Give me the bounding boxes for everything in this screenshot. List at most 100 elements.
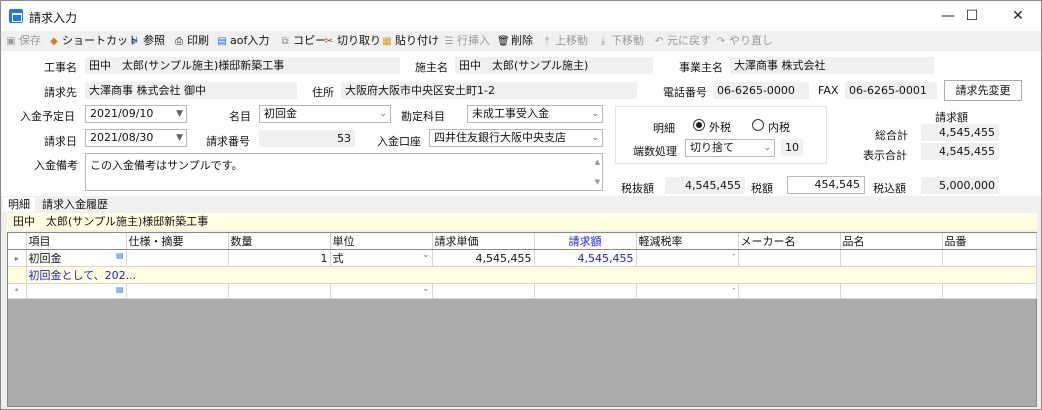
move-down-button[interactable]: ⤓ 下移動: [597, 33, 644, 49]
scroll-down-icon[interactable]: ▼: [595, 178, 600, 186]
delete-button[interactable]: 🗑削除: [497, 33, 533, 49]
copy-icon: ⧉: [281, 36, 289, 47]
paste-icon: ▦: [382, 36, 392, 47]
cell-part-no[interactable]: [942, 283, 1037, 299]
col-header-maker[interactable]: メーカー名: [738, 233, 841, 250]
cell-reduced-tax[interactable]: -: [636, 283, 739, 299]
cell-reduced-tax[interactable]: -: [636, 249, 739, 267]
insert-row-button[interactable]: ☰ 行挿入: [443, 33, 490, 49]
table-row-note[interactable]: 初回金として、202...: [8, 266, 1037, 284]
note-label: 入金備考: [34, 159, 78, 172]
move-up-button[interactable]: ⤒ 上移動: [541, 33, 588, 49]
col-header-unit-price[interactable]: 請求単価: [432, 233, 535, 250]
cell-unit-price[interactable]: [432, 283, 535, 299]
maximize-button[interactable]: ☐: [949, 1, 995, 31]
billing-to-field[interactable]: 大澤商事 株式会社 御中: [85, 82, 297, 99]
billing-date-picker[interactable]: 2021/08/30 ▼: [85, 129, 187, 147]
row-indicator-icon: ▸: [8, 249, 27, 267]
deposit-account-select[interactable]: 四井住友銀行大阪中央支店 ⌄: [429, 129, 603, 147]
tax-input[interactable]: 454,545: [787, 176, 865, 194]
cut-button[interactable]: ✂ 切り取り: [323, 33, 381, 49]
redo-button[interactable]: ↷ やり直し: [715, 33, 773, 49]
table-row[interactable]: ▸ 初回金 ▤ 1 式 ⌄ 4,545,455 4,545,455 -: [8, 249, 1037, 267]
cell-spec[interactable]: [126, 249, 229, 267]
lookup-icon[interactable]: ▤: [116, 251, 124, 260]
reference-button[interactable]: ↲ 参照: [129, 33, 165, 49]
print-button[interactable]: ⎙ 印刷: [173, 33, 209, 49]
pre-tax-value: 4,545,455: [665, 177, 745, 194]
col-header-qty[interactable]: 数量: [228, 233, 331, 250]
reduced-tax-select[interactable]: -: [732, 250, 735, 260]
cell-row-note[interactable]: 初回金として、202...: [26, 266, 1037, 284]
rounding-digits[interactable]: 10: [781, 139, 803, 156]
paste-button[interactable]: ▦ 貼り付け: [381, 33, 439, 49]
tab-bar: 明細 請求入金履歴: [1, 196, 1041, 213]
aof-input-button[interactable]: ▤ aof入力: [216, 33, 269, 49]
cell-unit-price[interactable]: 4,545,455: [432, 249, 535, 267]
col-header-spec[interactable]: 仕様・摘要: [126, 233, 229, 250]
deposit-date-label: 入金予定日: [20, 110, 75, 123]
tax-label: 税額: [751, 182, 773, 195]
tab-details[interactable]: 明細: [3, 197, 35, 212]
reduced-tax-select[interactable]: -: [732, 284, 735, 294]
phone-field[interactable]: 06-6265-0000: [713, 82, 809, 99]
owner-field[interactable]: 田中 太郎(サンプル施主): [455, 57, 653, 74]
col-header-item[interactable]: 項目: [26, 233, 127, 250]
display-total-label: 表示合計: [863, 149, 907, 162]
cell-product[interactable]: [840, 283, 943, 299]
note-textarea[interactable]: この入金備考はサンプルです。 ▲ ▼: [85, 153, 603, 191]
col-header-reduced-tax[interactable]: 軽減税率: [636, 233, 739, 250]
cell-item[interactable]: ▤: [26, 283, 127, 299]
incl-tax-label: 税込額: [873, 182, 906, 195]
detail-label: 明細: [653, 122, 675, 135]
grand-total-value: 4,545,455: [921, 124, 999, 141]
rounding-select[interactable]: 切り捨て ⌄: [685, 139, 775, 157]
tab-billing-history[interactable]: 請求入金履歴: [37, 197, 113, 212]
cut-icon: ✂: [324, 36, 334, 47]
billing-date-label: 請求日: [44, 135, 77, 148]
deposit-date-picker[interactable]: 2021/09/10 ▼: [85, 105, 187, 123]
col-header-part-no[interactable]: 品番: [942, 233, 1037, 250]
cell-maker[interactable]: [738, 249, 841, 267]
cell-maker[interactable]: [738, 283, 841, 299]
business-owner-label: 事業主名: [679, 61, 723, 74]
cell-unit[interactable]: 式 ⌄: [330, 249, 433, 267]
account-select[interactable]: 未成工事受入金 ⌄: [467, 105, 603, 123]
tax-excl-radio[interactable]: [693, 119, 705, 131]
cell-part-no[interactable]: [942, 249, 1037, 267]
table-row-new[interactable]: * ▤ ⌄ -: [8, 283, 1037, 299]
business-owner-field[interactable]: 大澤商事 株式会社: [730, 57, 934, 74]
close-button[interactable]: ✕: [995, 1, 1041, 31]
scroll-up-icon[interactable]: ▲: [595, 158, 600, 166]
col-header-unit[interactable]: 単位: [330, 233, 433, 250]
tax-excl-label: 外税: [709, 121, 731, 134]
col-header-product[interactable]: 品名: [840, 233, 943, 250]
chevron-down-icon[interactable]: ⌄: [422, 250, 430, 260]
cell-unit[interactable]: ⌄: [330, 283, 433, 299]
col-header-amount[interactable]: 請求額: [534, 233, 637, 250]
app-icon: [9, 9, 23, 23]
chevron-down-icon: ⌄: [591, 109, 599, 119]
cell-amount[interactable]: 4,545,455: [534, 249, 637, 267]
address-field[interactable]: 大阪府大阪市中央区安土町1-2: [341, 82, 637, 99]
shortcut-button[interactable]: ◆ ショートカット: [48, 33, 139, 49]
cell-spec[interactable]: [126, 283, 229, 299]
chevron-down-icon[interactable]: ⌄: [422, 284, 430, 294]
tax-incl-radio[interactable]: [752, 119, 764, 131]
work-name-field[interactable]: 田中 太郎(サンプル施主)様邸新築工事: [85, 57, 400, 74]
fax-field[interactable]: 06-6265-0001: [845, 82, 937, 99]
undo-button[interactable]: ↶ 元に戻す: [653, 33, 711, 49]
cell-item[interactable]: 初回金 ▤: [26, 249, 127, 267]
cell-amount[interactable]: [534, 283, 637, 299]
item-name-select[interactable]: 初回金 ⌄: [259, 105, 391, 123]
work-name-label: 工事名: [44, 61, 77, 74]
cell-qty[interactable]: 1: [228, 249, 331, 267]
cell-qty[interactable]: [228, 283, 331, 299]
billing-to-label: 請求先: [44, 86, 77, 99]
save-button[interactable]: ▣ 保存: [5, 33, 41, 49]
lookup-icon[interactable]: ▤: [116, 285, 124, 294]
row-header-corner: [8, 233, 27, 250]
cell-product[interactable]: [840, 249, 943, 267]
copy-button[interactable]: ⧉ コピー: [279, 33, 326, 49]
change-billing-button[interactable]: 請求先変更: [944, 80, 1022, 101]
